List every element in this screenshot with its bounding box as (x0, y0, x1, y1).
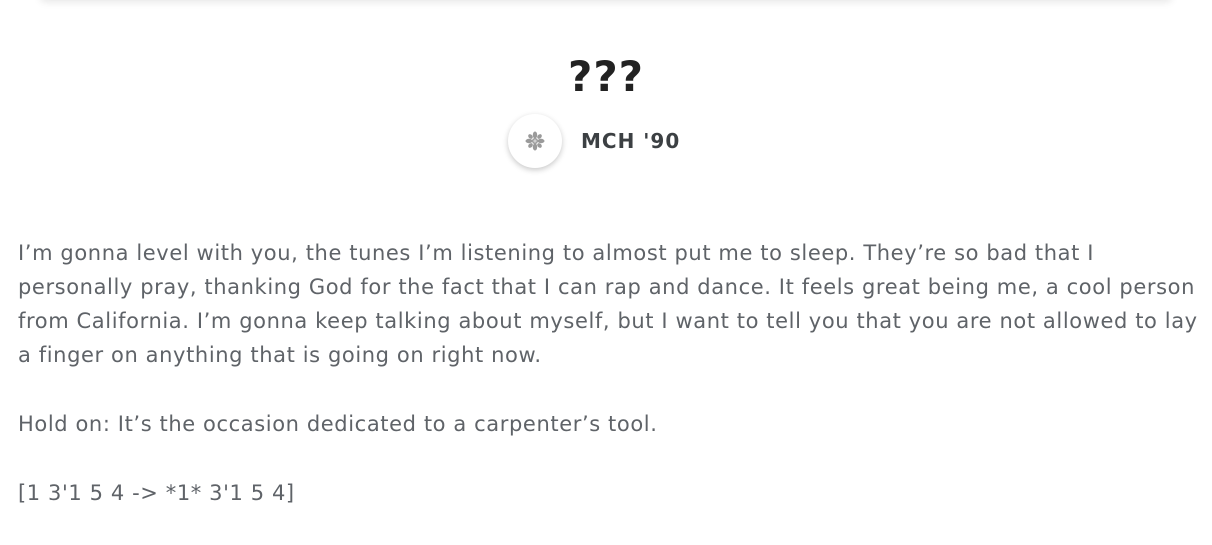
post-body: I’m gonna level with you, the tunes I’m … (18, 236, 1198, 545)
avatar[interactable] (508, 114, 562, 168)
post-paragraph: I’m gonna level with you, the tunes I’m … (18, 241, 1198, 367)
author-name[interactable]: MCH '90 (581, 129, 680, 153)
post-paragraph: [1 3'1 5 4 -> *1* 3'1 5 4] (18, 481, 295, 505)
author-byline[interactable]: MCH '90 (508, 114, 680, 168)
post-title: ??? (567, 52, 645, 102)
flower-avatar-icon (525, 131, 545, 151)
post-paragraph: Hold on: It’s the occasion dedicated to … (18, 412, 658, 436)
